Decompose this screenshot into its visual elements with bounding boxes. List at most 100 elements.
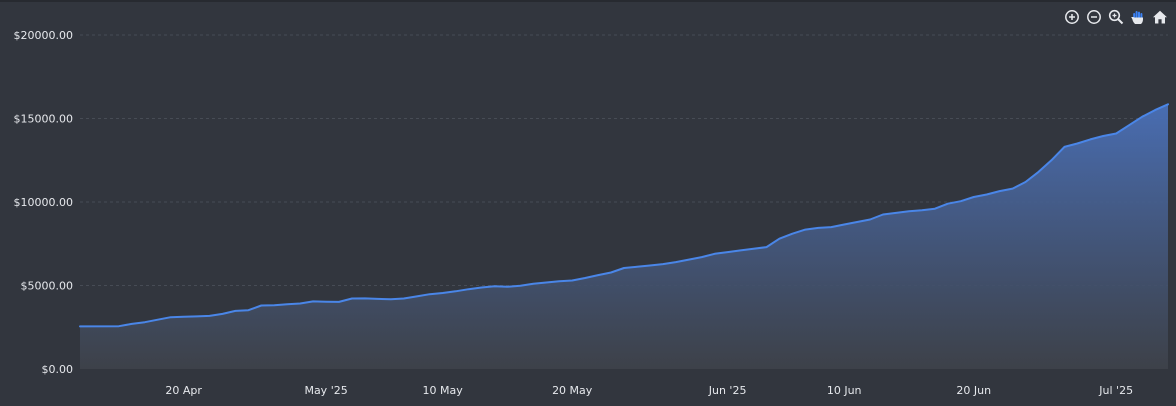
x-axis: 20 Apr May '25 10 May 20 May Jun '25 10 Jun 20… [165,384,1133,397]
data-point [740,250,741,251]
zoom-in-button[interactable] [1062,7,1082,27]
data-point [248,310,249,311]
data-point [300,303,301,304]
data-point [118,326,119,327]
zoom-in-icon [1065,10,1079,24]
data-point [325,301,326,302]
area-fill [80,104,1168,370]
data-point [649,265,650,266]
zoom-select-icon [1108,9,1124,25]
data-point [714,253,715,254]
data-point [792,233,793,234]
data-point [1051,160,1052,161]
data-point [1167,104,1168,105]
data-point [688,259,689,260]
x-tick-label: Jul '25 [1098,384,1133,397]
data-point [79,326,80,327]
data-point [170,317,171,318]
data-point [753,248,754,249]
data-point [831,226,832,227]
x-tick-label: May '25 [304,384,347,397]
data-point [636,266,637,267]
reset-zoom-button[interactable] [1150,7,1170,27]
data-point [1116,133,1117,134]
y-tick-label: $20000.00 [14,29,74,42]
data-point [209,315,210,316]
zoom-out-icon [1087,10,1101,24]
data-point [857,221,858,222]
data-point [403,298,404,299]
data-point [144,322,145,323]
data-point [416,296,417,297]
data-point [338,301,339,302]
zoom-out-button[interactable] [1084,7,1104,27]
data-point [805,229,806,230]
data-point [585,277,586,278]
data-point [196,316,197,317]
chart-toolbar [1062,7,1170,27]
data-point [1154,110,1155,111]
data-point [533,283,534,284]
x-tick-label: 10 May [423,384,464,397]
area-chart[interactable]: $0.00 $5000.00 $10000.00 $15000.00 $20000.00… [0,2,1176,406]
data-point [222,313,223,314]
data-point [494,286,495,287]
data-point [1038,171,1039,172]
y-tick-label: $5000.00 [21,280,74,293]
data-point [727,252,728,253]
data-point [895,212,896,213]
data-point [766,246,767,247]
data-point [351,298,352,299]
zoom-select-button[interactable] [1106,7,1126,27]
data-point [675,262,676,263]
data-point [779,238,780,239]
x-tick-label: 20 Apr [165,384,202,397]
y-tick-label: $15000.00 [14,113,74,126]
x-tick-label: Jun '25 [708,384,747,397]
data-point [869,219,870,220]
data-point [1103,135,1104,136]
y-axis: $0.00 $5000.00 $10000.00 $15000.00 $20000.00 [14,29,74,376]
data-point [921,210,922,211]
y-tick-label: $0.00 [42,363,74,376]
data-point [287,304,288,305]
data-point [546,282,547,283]
data-point [1129,125,1130,126]
data-point [481,287,482,288]
x-tick-label: 20 May [552,384,593,397]
data-point [1141,116,1142,117]
data-point [844,224,845,225]
data-point [572,280,573,281]
data-point [610,272,611,273]
data-point [442,292,443,293]
data-point [1012,188,1013,189]
data-point [934,208,935,209]
data-point [986,194,987,195]
data-point [390,299,391,300]
data-point [1025,181,1026,182]
data-point [183,316,184,317]
data-point [131,323,132,324]
data-point [455,291,456,292]
series-area [80,104,1168,370]
pan-hand-icon [1131,11,1143,24]
data-point [313,301,314,302]
data-point [1064,146,1065,147]
data-point [908,211,909,212]
reset-home-icon [1153,10,1167,24]
data-point [999,191,1000,192]
data-point [468,289,469,290]
data-point [377,298,378,299]
data-point [882,214,883,215]
data-point [235,310,236,311]
data-point [597,275,598,276]
data-point [623,267,624,268]
data-point [701,257,702,258]
x-tick-label: 10 Jun [827,384,862,397]
x-tick-label: 20 Jun [956,384,991,397]
pan-button[interactable] [1128,7,1148,27]
data-point [973,196,974,197]
chart-panel: $0.00 $5000.00 $10000.00 $15000.00 $20000.00… [0,0,1176,404]
y-tick-label: $10000.00 [14,196,74,209]
data-point [157,319,158,320]
